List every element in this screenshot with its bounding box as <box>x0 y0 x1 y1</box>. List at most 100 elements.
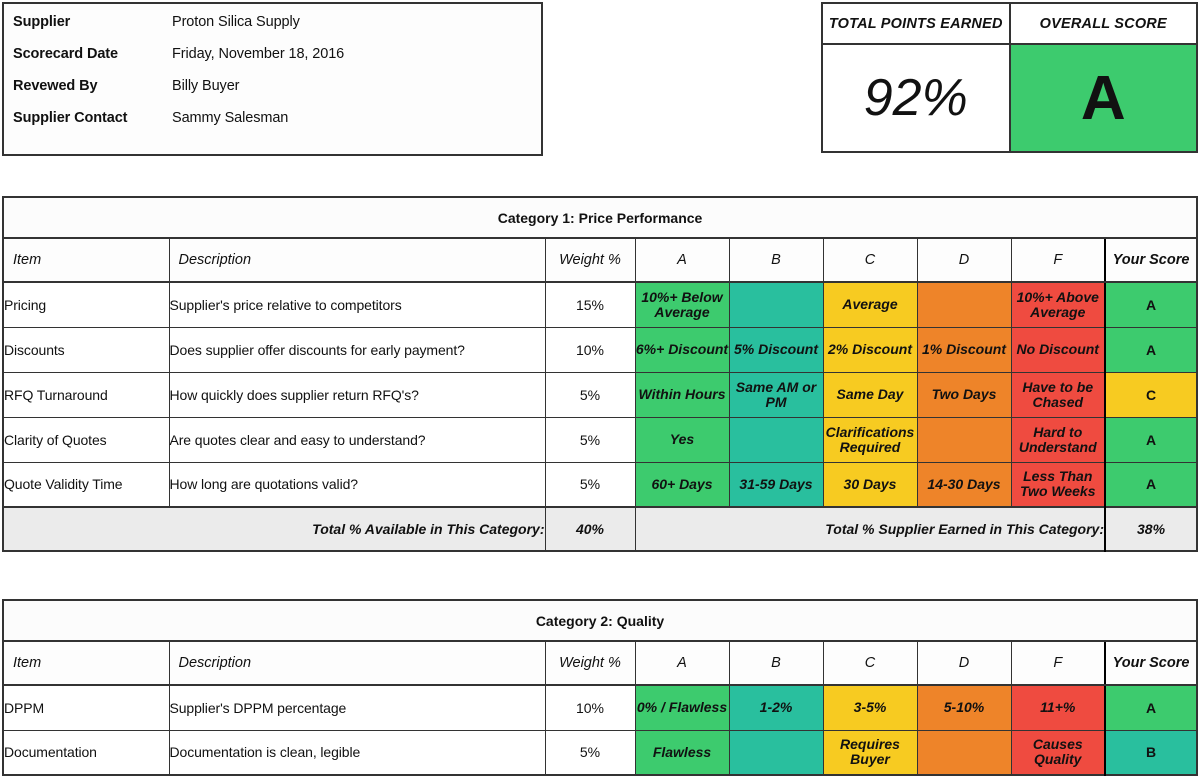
table-row: Quote Validity Time How long are quotati… <box>2 461 1198 508</box>
row-item: Discounts <box>2 326 170 373</box>
row-grade-b <box>728 729 824 776</box>
row-your-score: A <box>1103 416 1198 463</box>
row-grade-c: Clarifications Required <box>822 416 918 463</box>
category-1-totals-row: Total % Available in This Category: 40% … <box>2 506 1198 552</box>
category-2-title: Category 2: Quality <box>2 599 1198 642</box>
header-description: Description <box>168 237 546 283</box>
row-your-score: A <box>1103 461 1198 508</box>
row-grade-a: Flawless <box>634 729 730 776</box>
info-row-reviewed-by: Revewed By Billy Buyer <box>4 78 541 110</box>
table-row: Clarity of Quotes Are quotes clear and e… <box>2 416 1198 463</box>
row-grade-b: Same AM or PM <box>728 371 824 418</box>
scorecard-date-label: Scorecard Date <box>13 46 118 62</box>
row-grade-d: 1% Discount <box>916 326 1012 373</box>
scorecard-date-value: Friday, November 18, 2016 <box>172 46 345 62</box>
row-grade-a: Yes <box>634 416 730 463</box>
row-grade-c: 2% Discount <box>822 326 918 373</box>
row-grade-f: No Discount <box>1010 326 1106 373</box>
header-your-score: Your Score <box>1103 640 1198 686</box>
total-available-label: Total % Available in This Category: <box>2 506 546 552</box>
header-weight: Weight % <box>544 237 636 283</box>
row-description: Supplier's DPPM percentage <box>168 684 546 731</box>
table-row: Documentation Documentation is clean, le… <box>2 729 1198 776</box>
row-description: Documentation is clean, legible <box>168 729 546 776</box>
row-item: Quote Validity Time <box>2 461 170 508</box>
info-row-supplier-contact: Supplier Contact Sammy Salesman <box>4 110 541 142</box>
info-row-supplier: Supplier Proton Silica Supply <box>4 14 541 46</box>
header-grade-d: D <box>916 640 1012 686</box>
header-grade-b: B <box>728 237 824 283</box>
row-grade-a: 60+ Days <box>634 461 730 508</box>
header-item: Item <box>2 640 170 686</box>
table-row: RFQ Turnaround How quickly does supplier… <box>2 371 1198 418</box>
row-grade-b: 1-2% <box>728 684 824 731</box>
header-grade-c: C <box>822 640 918 686</box>
category-2-section: Category 2: Quality Item Description Wei… <box>0 599 1200 776</box>
score-box-header: TOTAL POINTS EARNED OVERALL SCORE <box>823 4 1196 45</box>
overall-score-grade: A <box>1010 45 1196 151</box>
total-earned-value: 38% <box>1103 506 1198 552</box>
supplier-info-box: Supplier Proton Silica Supply Scorecard … <box>2 2 543 156</box>
row-weight: 10% <box>544 684 636 731</box>
row-description: How quickly does supplier return RFQ's? <box>168 371 546 418</box>
supplier-contact-label: Supplier Contact <box>13 110 128 126</box>
header-grade-c: C <box>822 237 918 283</box>
overall-score-label: OVERALL SCORE <box>1010 4 1196 45</box>
row-item: Clarity of Quotes <box>2 416 170 463</box>
row-grade-d <box>916 416 1012 463</box>
row-grade-c: Requires Buyer <box>822 729 918 776</box>
header-your-score: Your Score <box>1103 237 1198 283</box>
category-1-section: Category 1: Price Performance Item Descr… <box>0 196 1200 552</box>
row-grade-b: 31-59 Days <box>728 461 824 508</box>
row-weight: 5% <box>544 371 636 418</box>
row-weight: 10% <box>544 326 636 373</box>
total-points-earned-label: TOTAL POINTS EARNED <box>823 4 1011 45</box>
row-your-score: A <box>1103 326 1198 373</box>
row-grade-c: Same Day <box>822 371 918 418</box>
total-earned-label: Total % Supplier Earned in This Category… <box>634 506 1106 552</box>
category-1-column-headers: Item Description Weight % A B C D F Your… <box>2 237 1198 283</box>
row-your-score: B <box>1103 729 1198 776</box>
row-grade-f: Hard to Understand <box>1010 416 1106 463</box>
reviewed-by-value: Billy Buyer <box>172 78 240 94</box>
row-description: How long are quotations valid? <box>168 461 546 508</box>
row-grade-d <box>916 281 1012 328</box>
row-grade-c: 3-5% <box>822 684 918 731</box>
header-description: Description <box>168 640 546 686</box>
row-grade-d: 5-10% <box>916 684 1012 731</box>
supplier-contact-value: Sammy Salesman <box>172 110 289 126</box>
row-grade-c: Average <box>822 281 918 328</box>
scorecard-header: Supplier Proton Silica Supply Scorecard … <box>0 0 1200 156</box>
row-grade-b: 5% Discount <box>728 326 824 373</box>
row-item: RFQ Turnaround <box>2 371 170 418</box>
category-2-column-headers: Item Description Weight % A B C D F Your… <box>2 640 1198 686</box>
row-description: Does supplier offer discounts for early … <box>168 326 546 373</box>
category-1-table: Category 1: Price Performance Item Descr… <box>2 196 1199 552</box>
header-grade-d: D <box>916 237 1012 283</box>
category-1-title: Category 1: Price Performance <box>2 196 1198 239</box>
header-grade-a: A <box>634 237 730 283</box>
row-item: Pricing <box>2 281 170 328</box>
row-grade-a: 10%+ Below Average <box>634 281 730 328</box>
row-grade-f: 10%+ Above Average <box>1010 281 1106 328</box>
overall-score-box: TOTAL POINTS EARNED OVERALL SCORE 92% A <box>821 2 1198 153</box>
header-grade-f: F <box>1010 640 1106 686</box>
row-grade-b <box>728 281 824 328</box>
row-weight: 5% <box>544 416 636 463</box>
row-grade-f: 11+% <box>1010 684 1106 731</box>
row-weight: 15% <box>544 281 636 328</box>
supplier-label: Supplier <box>13 14 71 30</box>
row-your-score: C <box>1103 371 1198 418</box>
row-grade-b <box>728 416 824 463</box>
row-your-score: A <box>1103 281 1198 328</box>
row-your-score: A <box>1103 684 1198 731</box>
row-grade-a: Within Hours <box>634 371 730 418</box>
header-grade-a: A <box>634 640 730 686</box>
row-grade-d: Two Days <box>916 371 1012 418</box>
row-grade-d: 14-30 Days <box>916 461 1012 508</box>
table-row: Discounts Does supplier offer discounts … <box>2 326 1198 373</box>
supplier-value: Proton Silica Supply <box>172 14 300 30</box>
header-grade-b: B <box>728 640 824 686</box>
row-description: Are quotes clear and easy to understand? <box>168 416 546 463</box>
info-row-scorecard-date: Scorecard Date Friday, November 18, 2016 <box>4 46 541 78</box>
